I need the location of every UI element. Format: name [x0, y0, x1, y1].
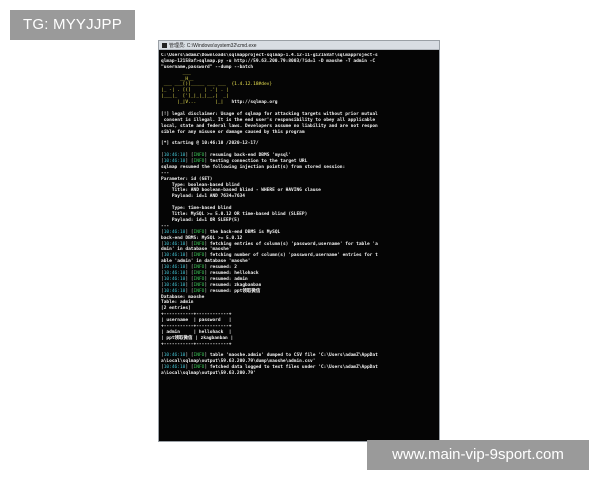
- console-output[interactable]: C:\Users\adamZ\Downloads\sqlmapproject-s…: [161, 53, 437, 439]
- log-line: a\Local\sqlmap\output\59.63.200.79': [161, 371, 256, 377]
- window-title: 管理员: C:\Windows\system32\cmd.exe: [169, 42, 257, 49]
- watermark-url: www.main-vip-9sport.com: [367, 440, 589, 470]
- window-titlebar[interactable]: 管理员: C:\Windows\system32\cmd.exe: [159, 41, 439, 50]
- cmd-window[interactable]: 管理员: C:\Windows\system32\cmd.exe C:\User…: [158, 40, 440, 442]
- cmd-icon: [162, 42, 167, 48]
- tg-label: TG: MYYJJPP: [10, 10, 135, 40]
